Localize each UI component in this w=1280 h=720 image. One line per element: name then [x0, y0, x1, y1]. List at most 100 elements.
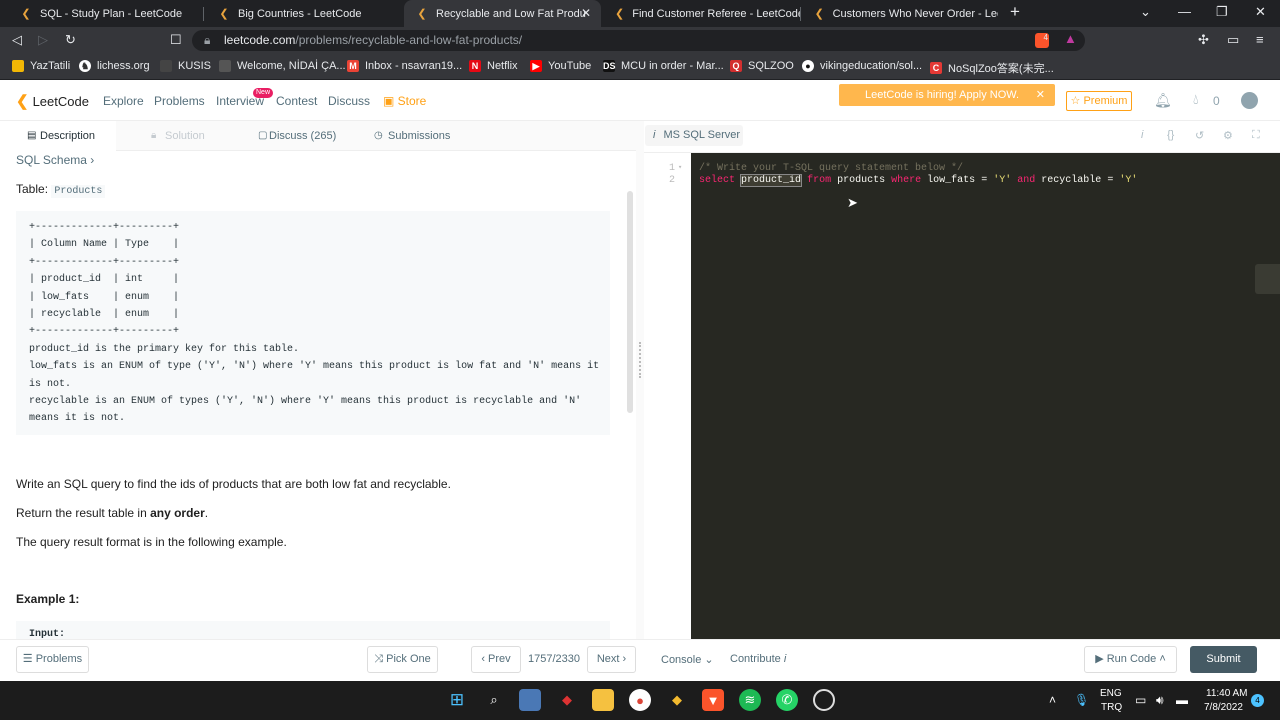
settings-icon[interactable]: ⚙: [1223, 129, 1233, 142]
tab-search-icon[interactable]: ⌄: [1140, 4, 1151, 20]
network-icon[interactable]: ▭: [1135, 693, 1146, 707]
battery-icon[interactable]: ▬: [1176, 693, 1188, 707]
tab-solution[interactable]: 🔒︎ Solution: [125, 121, 235, 151]
fold-icon[interactable]: ▾: [678, 163, 682, 172]
browser-tab[interactable]: ❮ SQL - Study Plan - LeetCode: [8, 0, 198, 27]
bookmark-item[interactable]: M Inbox - nsavran19...: [347, 60, 462, 72]
clock-time[interactable]: 11:40 AM: [1206, 688, 1248, 699]
browser-tab[interactable]: ❮ Find Customer Referee - LeetCode: [603, 0, 800, 27]
clock-date[interactable]: 7/8/2022: [1204, 702, 1243, 713]
splitter-grip[interactable]: [639, 342, 641, 378]
microphone-icon[interactable]: 🎙︎: [1074, 693, 1089, 707]
minimize-icon[interactable]: —: [1178, 4, 1191, 19]
back-icon[interactable]: ◁: [12, 32, 22, 48]
obs-icon[interactable]: [813, 689, 835, 711]
contribute-button[interactable]: Contribute i: [730, 653, 786, 665]
brave-icon[interactable]: ▼: [702, 689, 724, 711]
sql-schema-link[interactable]: SQL Schema ›: [16, 153, 94, 167]
extensions-icon[interactable]: ✣: [1198, 32, 1209, 48]
run-code-button[interactable]: ▶ Run Code ˄: [1084, 646, 1177, 673]
clock-icon: ◷: [374, 130, 383, 141]
language-indicator-bottom[interactable]: TRQ: [1101, 702, 1122, 713]
braces-icon[interactable]: {}: [1167, 129, 1174, 141]
browser-tab[interactable]: ❮ Big Countries - LeetCode: [206, 0, 402, 27]
bookmark-item[interactable]: ▶ YouTube: [530, 60, 591, 72]
wallet-icon[interactable]: ▭: [1227, 32, 1239, 48]
submit-button[interactable]: Submit: [1190, 646, 1257, 673]
scrollbar[interactable]: [627, 191, 633, 413]
reset-icon[interactable]: ↺: [1195, 129, 1204, 142]
bookmark-label: vikingeducation/sol...: [820, 60, 923, 72]
bookmark-item[interactable]: Welcome, NİDAİ ÇA...: [219, 60, 346, 72]
button-label: Pick One: [386, 653, 431, 665]
next-button[interactable]: Next ›: [587, 646, 636, 673]
notification-badge[interactable]: 4: [1251, 694, 1264, 707]
fullscreen-icon[interactable]: ⛶: [1252, 129, 1260, 142]
leetcode-logo[interactable]: ❮ LeetCode: [16, 92, 89, 110]
bookmark-item[interactable]: C NoSqlZoo答案(未完...: [930, 60, 1054, 76]
bookmark-item[interactable]: KUSIS: [160, 60, 211, 72]
search-icon[interactable]: ⌕: [483, 689, 505, 711]
identifier: recyclable: [1041, 175, 1102, 186]
close-tab-icon[interactable]: ✕: [581, 6, 591, 20]
nav-store[interactable]: ▣ Store: [383, 94, 426, 108]
spotify-icon[interactable]: ≋: [739, 689, 761, 711]
volume-icon[interactable]: 🔊︎: [1156, 693, 1164, 708]
browser-tab[interactable]: ❮ Customers Who Never Order - LeetCo: [802, 0, 998, 27]
binance-icon[interactable]: ◆: [666, 689, 688, 711]
language-indicator-top[interactable]: ENG: [1100, 688, 1122, 699]
nav-explore[interactable]: Explore: [103, 94, 144, 108]
tab-submissions[interactable]: ◷ Submissions: [352, 121, 472, 151]
reload-icon[interactable]: ↻: [65, 32, 76, 48]
hiring-banner[interactable]: LeetCode is hiring! Apply NOW. ✕: [839, 84, 1055, 106]
coin-icon[interactable]: 💧︎: [1193, 91, 1199, 108]
tray-chevron-icon[interactable]: ˄: [1049, 693, 1056, 707]
tab-label: Description: [40, 130, 96, 142]
avatar[interactable]: [1241, 92, 1258, 109]
close-banner-icon[interactable]: ✕: [1036, 84, 1045, 106]
bell-icon[interactable]: 🔔︎: [1154, 92, 1172, 109]
tab-discuss[interactable]: ▢ Discuss (265): [236, 121, 351, 151]
whatsapp-icon[interactable]: ✆: [776, 689, 798, 711]
premium-button[interactable]: ☆ Premium: [1066, 91, 1132, 111]
console-toggle[interactable]: Console ⌄: [661, 653, 714, 666]
chrome-icon[interactable]: ●: [629, 689, 651, 711]
nav-discuss[interactable]: Discuss: [328, 94, 370, 108]
example-title: Example 1:: [16, 592, 80, 606]
url-host: leetcode.com: [224, 33, 296, 47]
bookmark-label: Welcome, NİDAİ ÇA...: [237, 60, 346, 72]
menu-icon[interactable]: ≡: [1256, 32, 1264, 47]
url-field[interactable]: 🔒︎ leetcode.com/problems/recyclable-and-…: [192, 30, 1085, 51]
info-icon[interactable]: i: [1141, 129, 1143, 141]
bookmark-item[interactable]: ● vikingeducation/sol...: [802, 60, 922, 72]
bookmark-item[interactable]: Q SQLZOO: [730, 60, 794, 72]
bookmark-item[interactable]: N Netflix: [469, 60, 518, 72]
new-tab-icon[interactable]: +: [1010, 2, 1020, 22]
file-manager-icon[interactable]: [519, 689, 541, 711]
panel-splitter[interactable]: [636, 121, 644, 639]
problems-button[interactable]: ☰ Problems: [16, 646, 89, 673]
game-app-icon[interactable]: ◆: [556, 689, 578, 711]
bookmark-icon[interactable]: ☐: [170, 32, 182, 48]
bookmark-item[interactable]: ♞ lichess.org: [79, 60, 150, 72]
code-editor[interactable]: /* Write your T-SQL query statement belo…: [691, 153, 1280, 639]
bookmark-label: KUSIS: [178, 60, 212, 72]
brave-shield-icon[interactable]: 4: [1035, 33, 1049, 48]
bookmark-item[interactable]: YazTatili: [12, 60, 70, 72]
language-select[interactable]: i MS SQL Server: [645, 125, 743, 146]
bookmark-item[interactable]: DS MCU in order - Mar...: [603, 60, 724, 72]
restore-icon[interactable]: ❐: [1216, 4, 1228, 20]
brave-rewards-icon[interactable]: ▲: [1064, 31, 1077, 46]
pick-one-button[interactable]: ⤨ Pick One: [367, 646, 438, 673]
nav-problems[interactable]: Problems: [154, 94, 205, 108]
windows-start-icon[interactable]: ⊞: [446, 689, 468, 711]
nav-contest[interactable]: Contest: [276, 94, 317, 108]
prev-button[interactable]: ‹ Prev: [471, 646, 521, 673]
close-window-icon[interactable]: ✕: [1255, 4, 1266, 20]
lock-icon: 🔒︎: [204, 33, 211, 47]
side-panel-toggle[interactable]: [1255, 264, 1280, 294]
folder-icon[interactable]: [592, 689, 614, 711]
forward-icon[interactable]: ▷: [38, 32, 48, 48]
tab-description[interactable]: ▤ Description: [0, 121, 116, 151]
browser-tab-active[interactable]: ❮ Recyclable and Low Fat Products ✕: [404, 0, 601, 27]
